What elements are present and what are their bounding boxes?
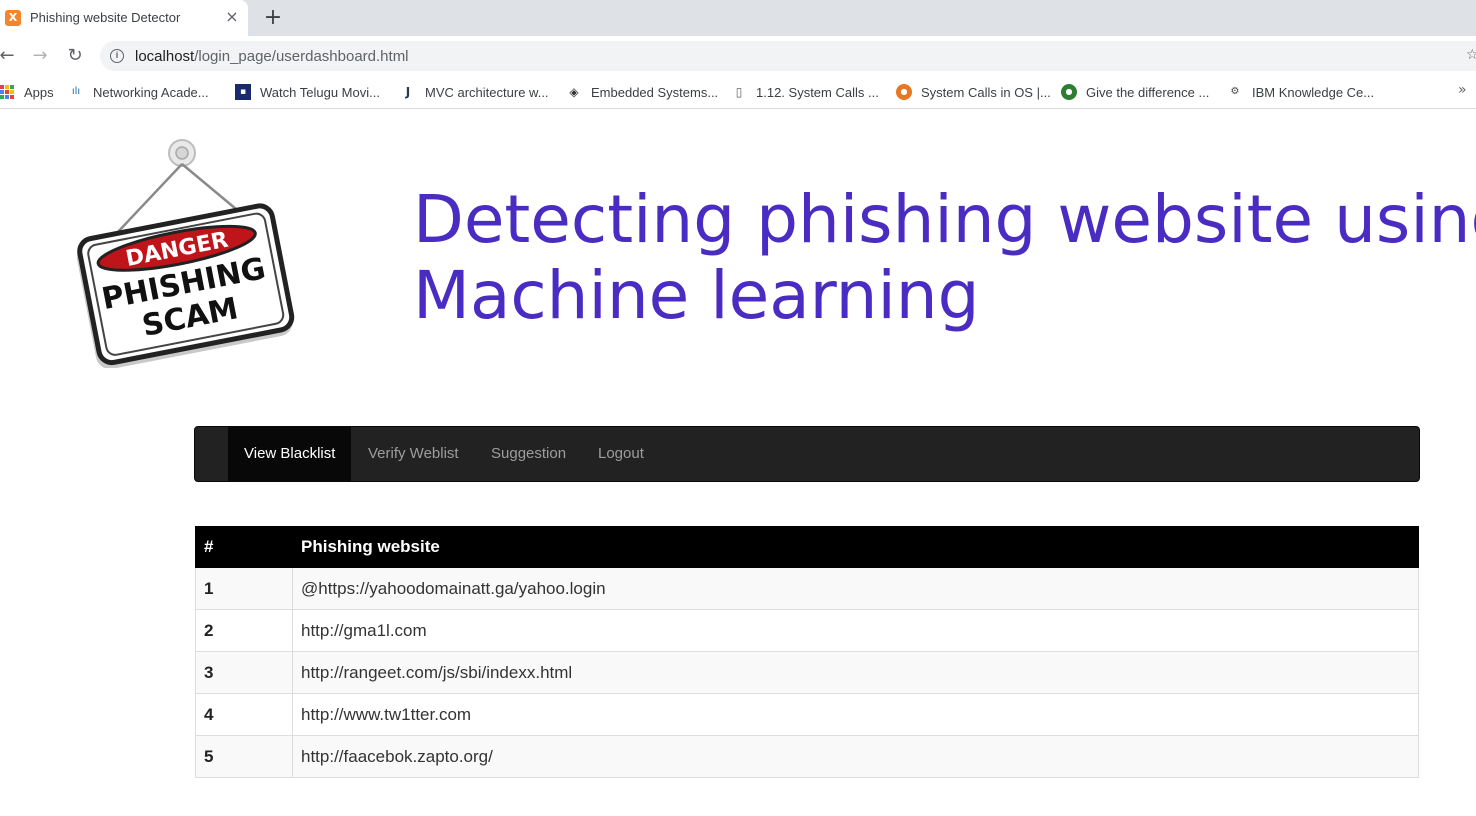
nav-logout[interactable]: Logout [582,427,660,481]
bookmark-label: Networking Acade... [93,84,209,100]
nav-view-blacklist[interactable]: View Blacklist [228,427,352,481]
forward-icon[interactable]: → [29,45,51,67]
table-row: 5 http://faacebok.zapto.org/ [195,735,1419,778]
tab-title: Phishing website Detector [30,10,181,25]
hook-icon: J [405,85,411,99]
bookmark-system-calls[interactable]: ▯ 1.12. System Calls ... [731,82,879,102]
apps-grid-icon [0,85,14,99]
more-bookmarks-icon[interactable]: » [1458,82,1467,98]
phishing-url: http://rangeet.com/js/sbi/indexx.html [292,651,1419,694]
table-row: 1 @https://yahoodomainatt.ga/yahoo.login [195,567,1419,610]
browser-tab-strip: X Phishing website Detector × + [0,0,1476,36]
orange-logo-icon: ● [896,84,912,100]
bookmark-label: 1.12. System Calls ... [756,84,879,100]
page-title: Detecting phishing website using Machine… [413,181,1476,334]
column-header-website: Phishing website [292,526,1419,568]
row-number: 5 [195,735,293,778]
url-host: localhost [135,48,195,65]
table-row: 3 http://rangeet.com/js/sbi/indexx.html [195,651,1419,694]
table-header-row: # Phishing website [195,526,1419,568]
cisco-icon: ılı [71,86,81,97]
phishing-url: http://gma1l.com [292,609,1419,652]
address-bar[interactable]: i localhost/login_page/userdashboard.htm… [100,41,1476,71]
new-tab-icon[interactable]: + [262,6,284,30]
xampp-favicon-icon: X [5,10,21,26]
bookmarks-bar: Apps ılı Networking Acade... ▪ Watch Tel… [0,76,1476,109]
diamond-icon: ◈ [569,85,579,99]
bookmark-label: MVC architecture w... [425,84,549,100]
row-number: 4 [195,693,293,736]
row-number: 2 [195,609,293,652]
browser-tab[interactable]: X Phishing website Detector × [0,0,248,36]
column-header-number: # [195,526,293,568]
bookmark-networking[interactable]: ılı Networking Acade... [68,82,209,102]
url-text: localhost/login_page/userdashboard.html [135,48,409,65]
page-title-line1: Detecting phishing website using [413,181,1476,258]
bookmark-label: System Calls in OS |... [921,84,1051,100]
close-tab-icon[interactable]: × [223,7,241,27]
row-number: 3 [195,651,293,694]
phishing-url: http://faacebok.zapto.org/ [292,735,1419,778]
browser-toolbar: ← → ↻ i localhost/login_page/userdashboa… [0,36,1476,76]
bookmark-label: Embedded Systems... [591,84,719,100]
blacklist-table: # Phishing website 1 @https://yahoodomai… [195,526,1419,778]
ibm-icon: ⚙ [1230,86,1240,97]
bookmark-telugu[interactable]: ▪ Watch Telugu Movi... [235,82,380,102]
page-icon: ▯ [735,85,743,99]
danger-phishing-scam-logo: DANGER PHISHING SCAM [76,139,295,368]
bookmark-label: IBM Knowledge Ce... [1252,84,1375,100]
table-row: 2 http://gma1l.com [195,609,1419,652]
site-info-icon[interactable]: i [110,49,124,63]
back-icon[interactable]: ← [0,45,18,67]
bookmark-difference[interactable]: ● Give the difference ... [1061,82,1209,102]
bookmark-label: Give the difference ... [1086,84,1210,100]
nav-verify-weblist[interactable]: Verify Weblist [352,427,475,481]
green-logo-icon: ● [1061,84,1077,100]
bookmark-mvc[interactable]: J MVC architecture w... [400,82,549,102]
movie-icon: ▪ [235,84,251,100]
table-row: 4 http://www.tw1tter.com [195,693,1419,736]
phishing-url: http://www.tw1tter.com [292,693,1419,736]
bookmark-label: Apps [24,84,54,100]
bookmark-label: Watch Telugu Movi... [260,84,380,100]
bookmark-apps[interactable]: Apps [0,82,54,102]
page-title-line2: Machine learning [413,257,980,334]
bookmark-ibm[interactable]: ⚙ IBM Knowledge Ce... [1227,82,1375,102]
bookmark-star-icon[interactable]: ☆ [1466,47,1476,63]
row-number: 1 [195,567,293,610]
phishing-url: @https://yahoodomainatt.ga/yahoo.login [292,567,1419,610]
bookmark-syscalls-os[interactable]: ● System Calls in OS |... [896,82,1051,102]
nav-suggestion[interactable]: Suggestion [475,427,582,481]
reload-icon[interactable]: ↻ [64,45,86,67]
main-navbar: View Blacklist Verify Weblist Suggestion… [194,426,1420,482]
bookmark-embedded[interactable]: ◈ Embedded Systems... [566,82,718,102]
url-path: /login_page/userdashboard.html [194,48,409,65]
